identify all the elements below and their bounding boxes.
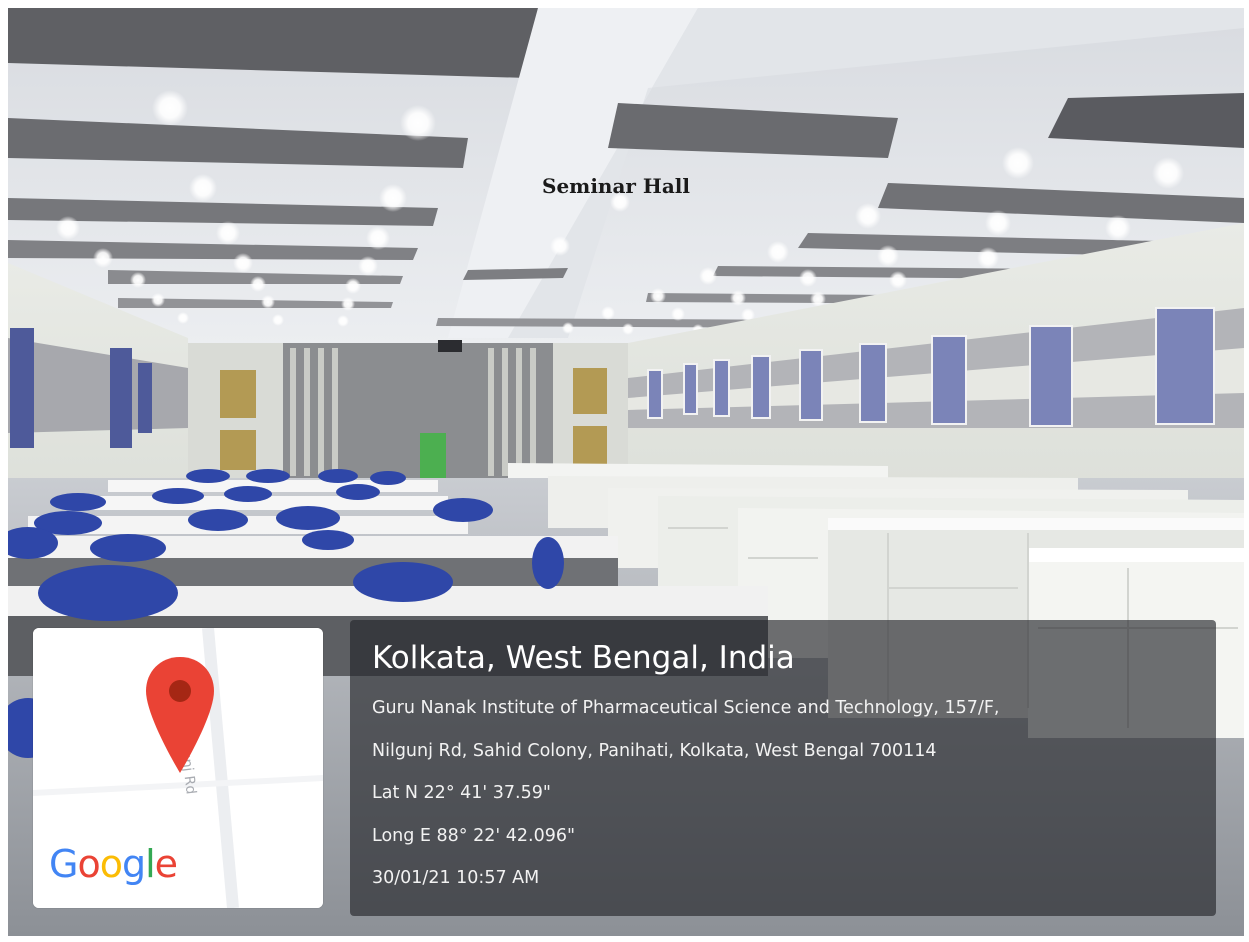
map-pin-icon xyxy=(146,657,214,773)
google-logo-letter: e xyxy=(154,842,178,886)
google-logo-letter: o xyxy=(77,842,100,886)
google-logo: Google xyxy=(49,842,178,886)
google-logo-letter: l xyxy=(145,842,156,886)
google-logo-letter: o xyxy=(99,842,123,886)
photo-caption: Seminar Hall xyxy=(542,174,690,198)
google-logo-letter: g xyxy=(121,842,146,886)
longitude: Long E 88° 22' 42.096" xyxy=(372,826,576,846)
timestamp: 30/01/21 10:57 AM xyxy=(372,868,540,888)
latitude: Lat N 22° 41' 37.59" xyxy=(372,783,551,803)
address-line-2: Nilgunj Rd, Sahid Colony, Panihati, Kolk… xyxy=(372,741,937,761)
address-line-1: Guru Nanak Institute of Pharmaceutical S… xyxy=(372,698,1000,718)
google-logo-letter: G xyxy=(49,842,78,886)
location-title: Kolkata, West Bengal, India xyxy=(372,640,795,676)
